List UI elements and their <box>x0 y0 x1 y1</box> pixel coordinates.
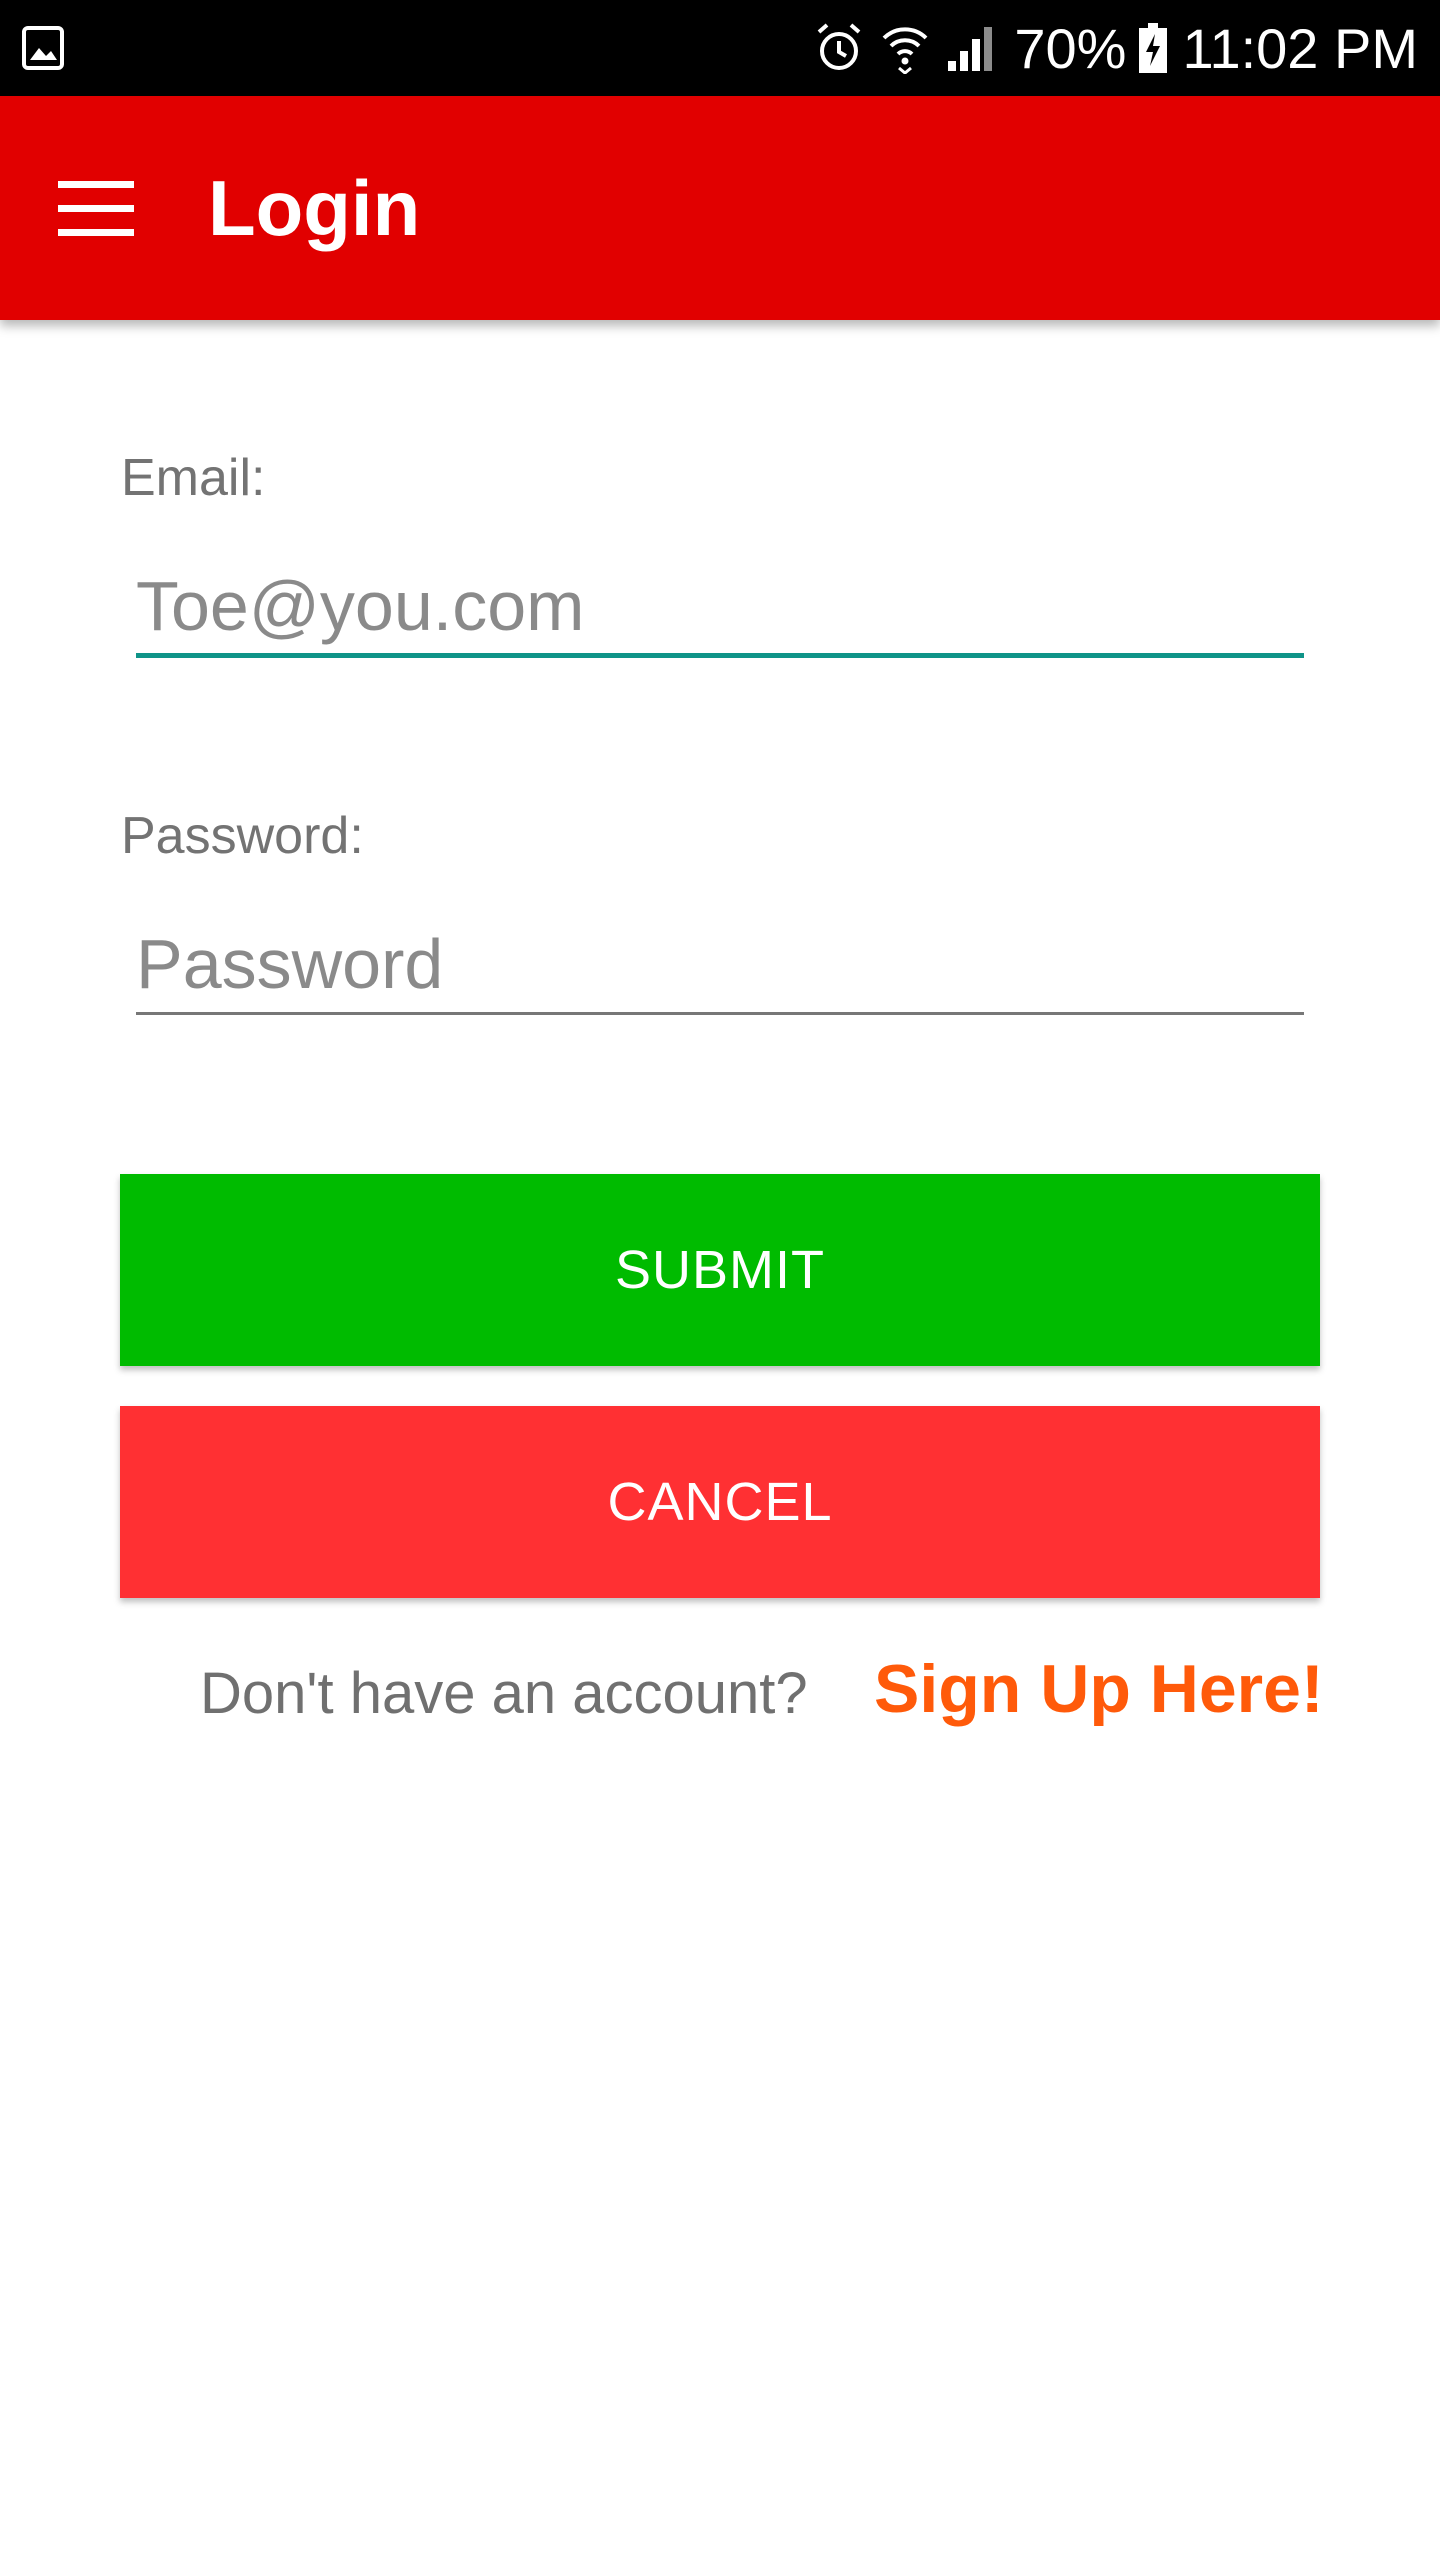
app-bar: Login <box>0 96 1440 320</box>
email-field[interactable] <box>136 558 1304 658</box>
battery-charging-icon <box>1139 23 1168 73</box>
hamburger-menu-icon[interactable] <box>58 181 134 237</box>
signup-prompt: Don't have an account? <box>200 1661 808 1726</box>
page-title: Login <box>208 164 421 252</box>
gallery-icon <box>22 26 64 70</box>
password-field[interactable] <box>136 915 1304 1015</box>
submit-button[interactable]: SUBMIT <box>120 1174 1320 1366</box>
password-label: Password: <box>121 807 364 865</box>
cancel-button[interactable]: CANCEL <box>120 1406 1320 1598</box>
alarm-icon <box>818 23 861 70</box>
status-bar: 70% 11:02 PM <box>0 0 1440 96</box>
status-clock: 11:02 PM <box>1182 16 1418 80</box>
email-label: Email: <box>121 449 266 507</box>
signal-icon <box>948 27 993 71</box>
signup-link[interactable]: Sign Up Here! <box>874 1650 1324 1728</box>
battery-percent: 70% <box>1014 16 1127 80</box>
signup-row: Don't have an account? Sign Up Here! <box>0 1650 1440 1730</box>
status-icons: 70% 11:02 PM <box>814 0 1418 96</box>
wifi-icon <box>882 27 928 74</box>
